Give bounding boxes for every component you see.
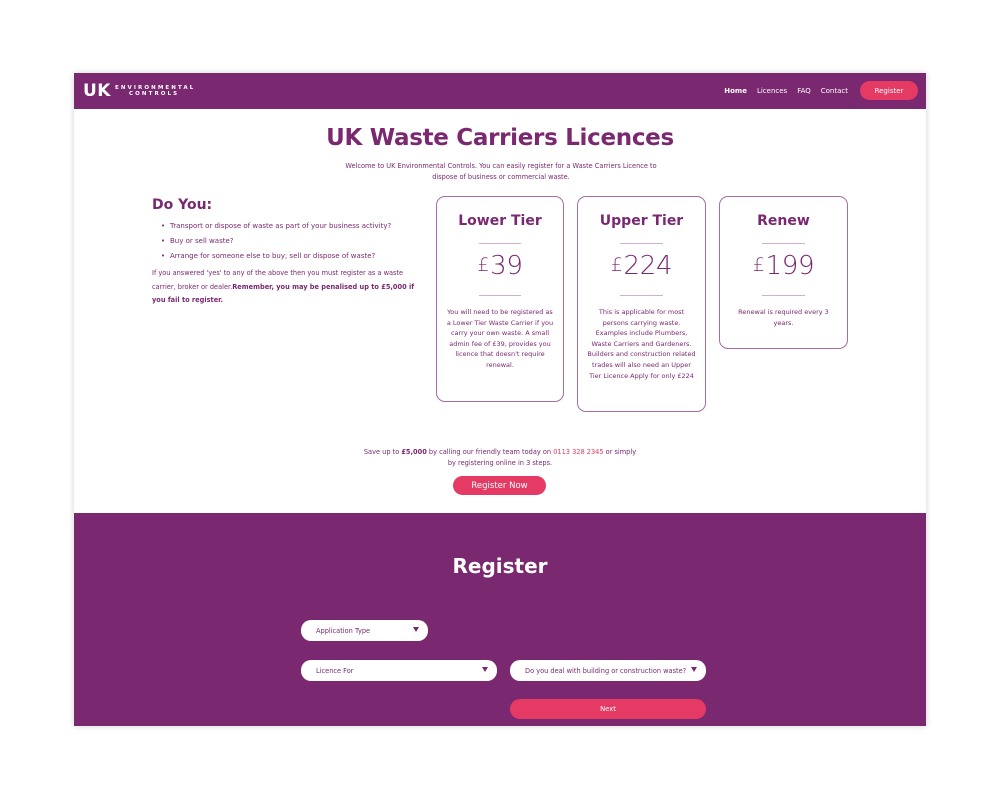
- logo-line2: CONTROLS: [128, 91, 180, 97]
- main-nav: Home Licences FAQ Contact Register: [724, 81, 918, 100]
- doyou-note: If you answered 'yes' to any of the abov…: [152, 267, 420, 308]
- save-text: Save up to £5,000 by calling our friendl…: [360, 447, 640, 469]
- card-description: This is applicable for most persons carr…: [587, 308, 696, 380]
- nav-faq[interactable]: FAQ: [797, 87, 811, 95]
- chevron-down-icon: [482, 667, 488, 672]
- card-divider: [762, 243, 805, 244]
- doyou-title: Do You:: [152, 197, 213, 213]
- chevron-down-icon: [691, 667, 697, 672]
- chevron-down-icon: [413, 627, 419, 632]
- save-amount: £5,000: [401, 448, 427, 456]
- doyou-item: Buy or sell waste?: [161, 234, 391, 249]
- card-price-value: 39: [490, 251, 523, 281]
- card-description: Renewal is required every 3 years.: [738, 308, 829, 327]
- card-title: Lower Tier: [458, 213, 542, 229]
- card-currency: £: [610, 254, 623, 276]
- card-title: Renew: [757, 213, 810, 229]
- card-currency: £: [477, 254, 490, 276]
- card-divider: [479, 295, 521, 296]
- select-value: Do you deal with building or constructio…: [525, 666, 687, 675]
- save-middle: by calling our friendly team today on: [426, 448, 554, 456]
- card-price: £224: [578, 251, 705, 281]
- card-price-value: 199: [765, 251, 815, 281]
- page-title: UK Waste Carriers Licences: [326, 125, 674, 151]
- select-value: Licence For: [316, 666, 354, 675]
- card-currency: £: [752, 254, 765, 276]
- select-value: Application Type: [316, 626, 371, 635]
- site-header: UK ENVIRONMENTAL CONTROLS Home Licences …: [74, 73, 926, 109]
- logo-uk: UK: [83, 81, 111, 101]
- card-price: £199: [720, 251, 847, 281]
- card-title: Upper Tier: [599, 213, 684, 229]
- application-type-select[interactable]: Application Type: [301, 620, 428, 641]
- price-card-lower-tier: Lower Tier £39 You will need to be regis…: [436, 196, 564, 402]
- price-card-upper-tier: Upper Tier £224 This is applicable for m…: [577, 196, 706, 412]
- register-title: Register: [452, 554, 548, 578]
- nav-register-button[interactable]: Register: [860, 81, 918, 100]
- card-divider: [762, 295, 805, 296]
- logo-wordmark: ENVIRONMENTAL CONTROLS: [115, 85, 195, 98]
- nav-licences[interactable]: Licences: [757, 87, 787, 95]
- doyou-item: Arrange for someone else to buy, sell or…: [161, 249, 391, 264]
- card-price: £39: [437, 251, 563, 281]
- card-price-value: 224: [623, 251, 673, 281]
- card-divider: [479, 243, 521, 244]
- register-section: Register Application Type Licence For Do…: [74, 513, 926, 726]
- card-description: You will need to be registered as a Lowe…: [446, 308, 554, 369]
- nav-contact[interactable]: Contact: [821, 87, 848, 95]
- card-divider: [620, 243, 663, 244]
- construction-waste-select[interactable]: Do you deal with building or constructio…: [510, 660, 706, 681]
- card-divider: [620, 295, 663, 296]
- next-button[interactable]: Next: [510, 699, 706, 719]
- register-now-button[interactable]: Register Now: [453, 476, 546, 495]
- save-prefix: Save up to: [363, 448, 402, 456]
- page-frame: UK ENVIRONMENTAL CONTROLS Home Licences …: [74, 73, 926, 726]
- phone-link[interactable]: 0113 328 2345: [553, 448, 603, 456]
- nav-home[interactable]: Home: [724, 87, 747, 95]
- price-card-renew: Renew £199 Renewal is required every 3 y…: [719, 196, 848, 349]
- licence-for-select[interactable]: Licence For: [301, 660, 497, 681]
- doyou-list: Transport or dispose of waste as part of…: [161, 219, 391, 264]
- logo[interactable]: UK ENVIRONMENTAL CONTROLS: [83, 82, 195, 100]
- welcome-text: Welcome to UK Environmental Controls. Yo…: [345, 162, 657, 181]
- doyou-item: Transport or dispose of waste as part of…: [161, 219, 391, 234]
